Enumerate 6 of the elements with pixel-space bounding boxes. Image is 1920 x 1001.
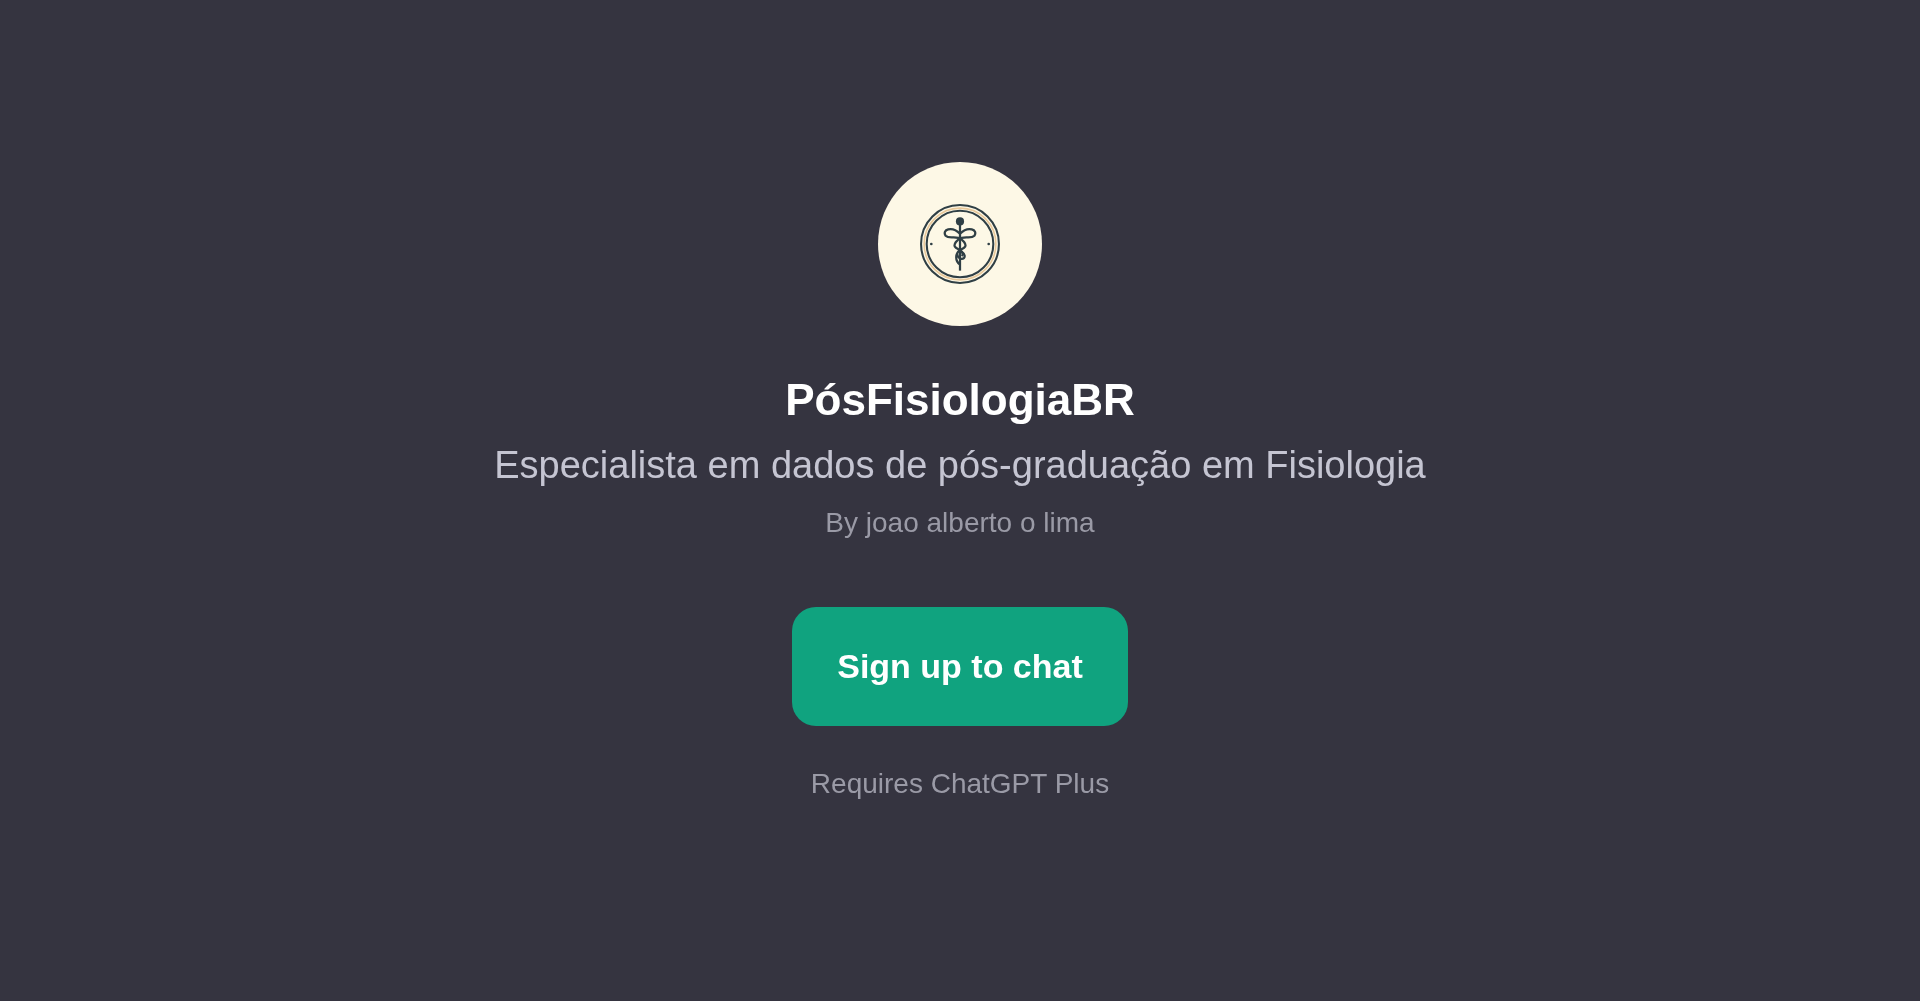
gpt-description: Especialista em dados de pós-graduação em Fisiologia bbox=[494, 442, 1426, 488]
sign-up-button[interactable]: Sign up to chat bbox=[792, 606, 1128, 726]
gpt-title: PósFisiologiaBR bbox=[785, 374, 1135, 426]
caduceus-icon bbox=[919, 203, 1001, 285]
requirement-note: Requires ChatGPT Plus bbox=[810, 767, 1110, 800]
author-name: By joao alberto o lima bbox=[825, 506, 1095, 539]
